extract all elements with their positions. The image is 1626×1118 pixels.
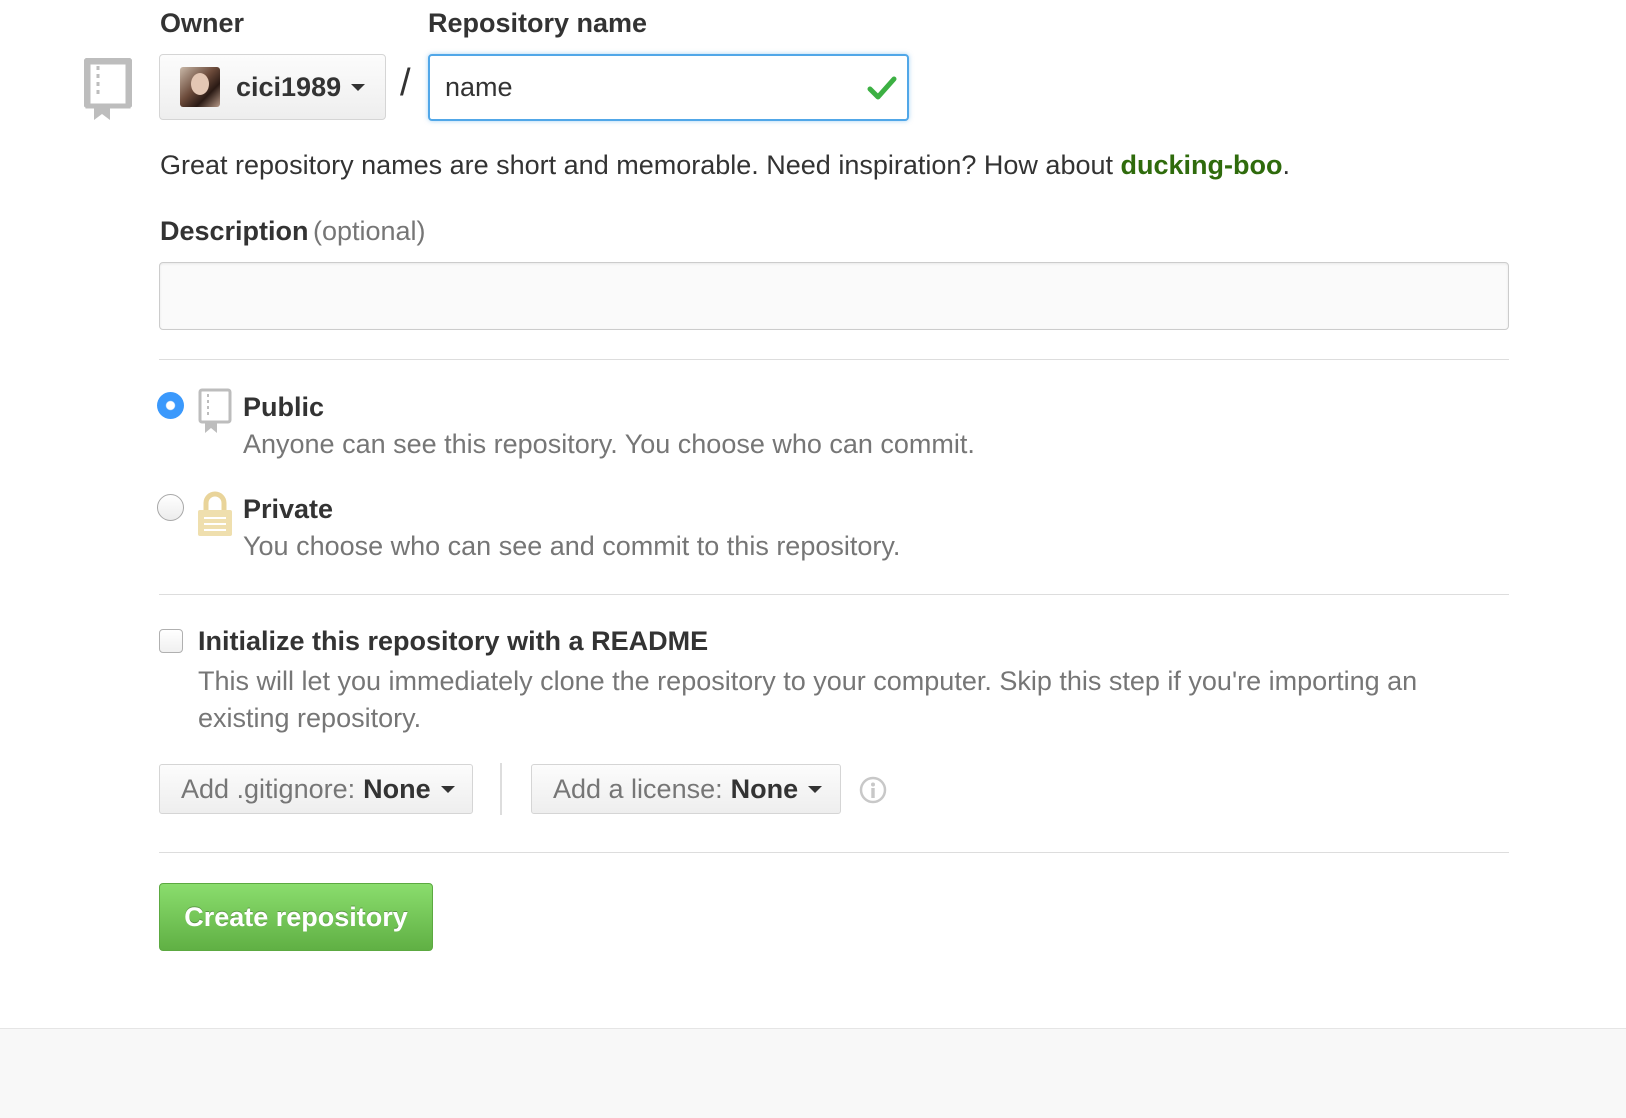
divider	[159, 359, 1509, 360]
gitignore-prefix: Add .gitignore:	[181, 773, 356, 804]
footer-band	[0, 1028, 1626, 1118]
repo-icon	[198, 388, 232, 433]
license-value: None	[730, 773, 799, 804]
dropdown-separator	[500, 763, 502, 815]
gitignore-dropdown[interactable]: Add .gitignore: None	[159, 764, 473, 814]
avatar	[180, 67, 220, 107]
repository-name-field	[428, 54, 909, 121]
hint-suffix: .	[1282, 150, 1290, 180]
readme-description: This will let you immediately clone the …	[198, 666, 1418, 733]
divider	[159, 594, 1509, 595]
hint-text: Great repository names are short and mem…	[160, 150, 1121, 180]
private-description: You choose who can see and commit to thi…	[243, 531, 901, 561]
private-radio[interactable]	[157, 494, 184, 521]
public-description: Anyone can see this repository. You choo…	[243, 429, 975, 459]
owner-repo-separator: /	[400, 62, 411, 104]
new-repository-form: Owner Repository name cici1989 / Great r…	[0, 0, 1626, 1118]
license-prefix: Add a license:	[553, 773, 723, 804]
license-dropdown[interactable]: Add a license: None	[531, 764, 841, 814]
chevron-down-icon	[440, 785, 455, 793]
info-icon[interactable]	[859, 776, 887, 804]
lock-icon	[198, 491, 232, 536]
optional-note: (optional)	[312, 216, 426, 246]
divider	[159, 852, 1509, 853]
repo-icon	[84, 58, 132, 120]
repository-name-label: Repository name	[428, 8, 648, 38]
repository-name-input[interactable]	[430, 56, 907, 119]
chevron-down-icon	[808, 785, 823, 793]
readme-title: Initialize this repository with a README	[198, 626, 709, 656]
chevron-down-icon	[351, 83, 366, 91]
gitignore-value: None	[363, 773, 431, 804]
owner-username: cici1989	[236, 71, 342, 102]
description-label-text: Description	[160, 216, 309, 246]
name-suggestion-link[interactable]: ducking-boo	[1121, 150, 1283, 180]
name-hint: Great repository names are short and mem…	[160, 150, 1290, 181]
private-title: Private	[243, 494, 334, 524]
public-title: Public	[243, 392, 325, 422]
description-input[interactable]	[159, 262, 1509, 330]
public-radio[interactable]	[157, 392, 184, 419]
owner-select[interactable]: cici1989	[159, 54, 386, 120]
owner-label: Owner	[160, 8, 245, 38]
readme-checkbox[interactable]	[159, 629, 183, 653]
description-label: Description (optional)	[160, 216, 426, 247]
create-repository-button[interactable]: Create repository	[159, 883, 433, 951]
check-icon	[867, 76, 897, 100]
